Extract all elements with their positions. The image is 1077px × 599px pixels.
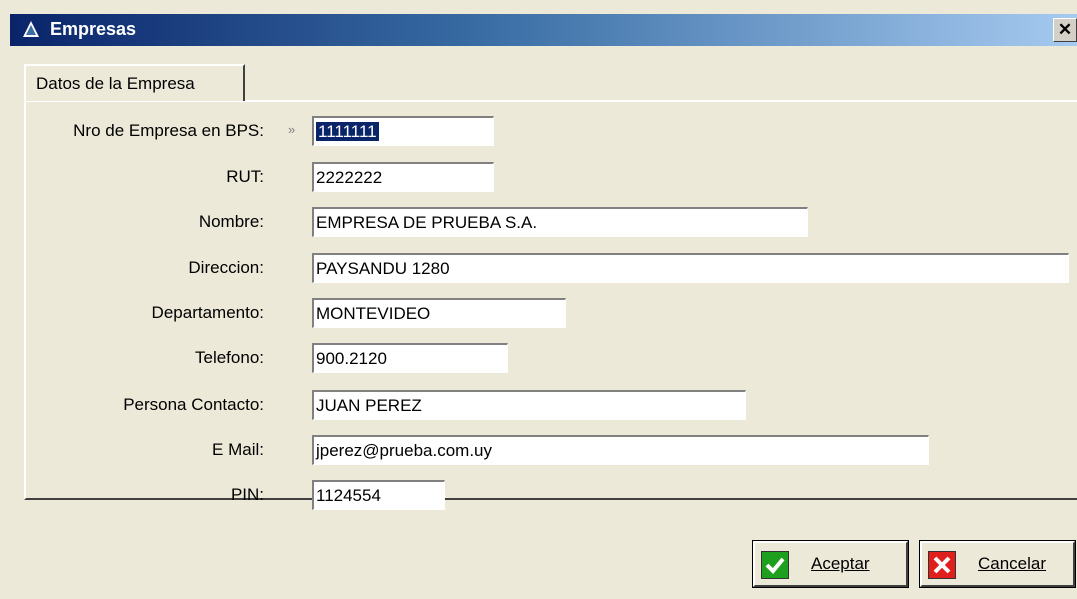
email-label: E Mail: [212,440,264,459]
current-field-marker-icon: » [288,122,296,137]
x-icon [928,551,956,579]
tab-datos-empresa[interactable]: Datos de la Empresa [24,64,245,101]
aceptar-label: Aceptar [811,554,870,573]
email-input[interactable]: jperez@prueba.com.uy [312,435,929,465]
persona-contacto-label: Persona Contacto: [123,395,264,414]
window-title: Empresas [50,19,137,39]
departamento-label: Departamento: [151,303,264,322]
telefono-label: Telefono: [195,348,264,367]
close-icon: ✕ [1057,20,1073,39]
direccion-label: Direccion: [188,258,264,277]
app-icon [23,21,39,37]
nombre-input[interactable]: EMPRESA DE PRUEBA S.A. [312,207,808,237]
title-bar[interactable]: Empresas ✕ [10,14,1077,46]
nro-empresa-input[interactable]: 1111111 [312,116,494,146]
nro-empresa-label: Nro de Empresa en BPS: [73,121,264,140]
persona-contacto-input[interactable]: JUAN PEREZ [312,390,746,420]
telefono-input[interactable]: 900.2120 [312,343,508,373]
tab-label: Datos de la Empresa [36,74,195,93]
close-button[interactable]: ✕ [1053,18,1077,42]
rut-input[interactable]: 2222222 [312,162,494,192]
pin-input[interactable]: 1124554 [312,480,445,510]
check-icon [761,551,789,579]
cancelar-button[interactable]: Cancelar [919,540,1076,588]
aceptar-button[interactable]: Aceptar [752,540,909,588]
rut-label: RUT: [226,167,264,186]
cancelar-label: Cancelar [978,554,1047,573]
nombre-label: Nombre: [198,212,264,231]
direccion-input[interactable]: PAYSANDU 1280 [312,253,1069,283]
pin-label: PIN: [230,485,264,504]
departamento-input[interactable]: MONTEVIDEO [312,298,566,328]
nro-empresa-value: 1111111 [316,122,379,141]
